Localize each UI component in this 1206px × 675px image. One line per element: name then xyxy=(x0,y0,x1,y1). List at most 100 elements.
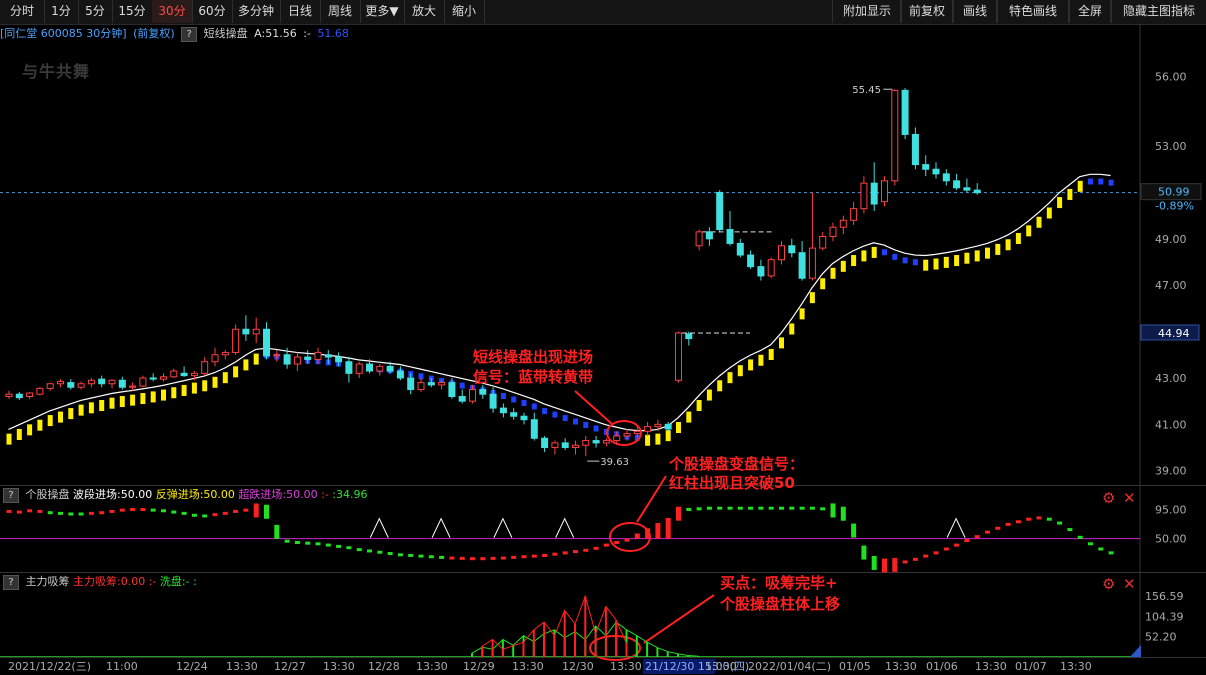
toolbar-right-button-2[interactable]: 画线 xyxy=(952,0,998,23)
period-tab-5[interactable]: 60分 xyxy=(192,0,233,23)
band-mark-84 xyxy=(871,246,877,258)
x-axis-label-15: 01/05 xyxy=(839,660,871,673)
panel2-bar-45 xyxy=(470,557,475,561)
stock-title[interactable]: [同仁堂 600085 30分钟] xyxy=(0,27,127,40)
candle-body-6 xyxy=(67,382,75,388)
candle-body-88 xyxy=(911,133,919,166)
panel2-bar-44 xyxy=(459,556,465,560)
candle-body-30 xyxy=(314,351,322,360)
band-mark-16 xyxy=(171,387,177,399)
band-mark-83 xyxy=(861,250,867,262)
panel3-y-tick-0: 156.59 xyxy=(1145,590,1184,603)
candle-body-49 xyxy=(510,412,518,417)
band-mark-98 xyxy=(1015,233,1021,245)
band-mark-62 xyxy=(645,434,651,446)
annotation-3-line-2: 个股操盘柱体上移 xyxy=(719,595,840,613)
indicator-help-button[interactable]: ? xyxy=(181,26,198,42)
x-axis-label-14: 2022/01/04(二) xyxy=(748,660,831,673)
panel2-bar-13 xyxy=(140,507,146,511)
period-tab-11[interactable]: 缩小 xyxy=(444,0,485,23)
panel3-help-button[interactable]: ? xyxy=(3,574,19,590)
band-mark-3 xyxy=(37,419,43,431)
band-mark-66 xyxy=(686,411,692,423)
panel2-bar-39 xyxy=(408,553,414,557)
panel2-bar-30 xyxy=(315,542,321,546)
panel3-close-icon[interactable]: ✕ xyxy=(1123,576,1136,592)
panel2-bar-76 xyxy=(789,506,795,510)
toolbar-right-button-0[interactable]: 附加显示 xyxy=(832,0,902,23)
period-tab-1[interactable]: 1分 xyxy=(44,0,79,23)
candle-body-24 xyxy=(252,328,260,335)
panel2-bar-65 xyxy=(676,506,681,521)
panel2-bar-33 xyxy=(346,546,352,550)
band-mark-14 xyxy=(150,391,156,403)
panel2-bar-49 xyxy=(511,555,517,559)
candle-body-81 xyxy=(839,219,847,228)
panel2-bar-7 xyxy=(78,512,84,516)
candle-body-44 xyxy=(458,396,466,402)
toolbar-right-button-1[interactable]: 前复权 xyxy=(900,0,954,23)
x-axis-label-13: 13:30 xyxy=(705,660,737,673)
period-tab-6[interactable]: 多分钟 xyxy=(232,0,281,23)
period-tab-7[interactable]: 日线 xyxy=(280,0,321,23)
band-mark-69 xyxy=(717,380,723,392)
period-tab-8[interactable]: 周线 xyxy=(320,0,361,23)
indicator-name[interactable]: 短线操盘 xyxy=(204,27,248,40)
panel2-bar-84 xyxy=(871,555,877,570)
band-mark-7 xyxy=(78,404,84,416)
candle-body-37 xyxy=(386,365,394,372)
panel2-name[interactable]: 个股操盘 xyxy=(26,488,70,501)
band-mark-9 xyxy=(99,399,105,411)
toolbar-right-button-4[interactable]: 全屏 xyxy=(1068,0,1112,23)
panel2-bar-4 xyxy=(47,511,53,515)
x-axis-label-5: 13:30 xyxy=(323,660,355,673)
panel2-bar-15 xyxy=(161,509,166,513)
candle-body-16 xyxy=(170,370,178,378)
toolbar-right-button-5[interactable]: 隐藏主图指标 xyxy=(1110,0,1206,23)
candle-body-12 xyxy=(129,385,137,388)
panel2-triangle-3 xyxy=(555,517,575,538)
panel2-bar-99 xyxy=(1026,517,1032,521)
band-mark-18 xyxy=(191,382,197,394)
panel2-bar-83 xyxy=(861,545,867,560)
x-axis-label-17: 01/06 xyxy=(926,660,958,673)
period-tab-2[interactable]: 5分 xyxy=(78,0,113,23)
candle-body-70 xyxy=(726,229,734,244)
period-tab-3[interactable]: 15分 xyxy=(112,0,153,23)
y-tick-label-3: 49.00 xyxy=(1155,233,1187,246)
candle-body-60 xyxy=(623,433,631,437)
y-tick-label-4: 47.00 xyxy=(1155,279,1187,292)
candle-body-77 xyxy=(798,252,806,279)
candle-body-28 xyxy=(293,356,301,365)
panel2-close-icon[interactable]: ✕ xyxy=(1123,490,1136,506)
toolbar-right-button-3[interactable]: 特色画线 xyxy=(996,0,1070,23)
candle-body-69 xyxy=(716,191,724,231)
panel2-bar-18 xyxy=(191,513,197,517)
panel2-settings-icon[interactable]: ⚙ xyxy=(1102,490,1115,506)
band-mark-48 xyxy=(500,393,506,400)
candle-body-75 xyxy=(778,245,785,261)
candle-body-64 xyxy=(664,423,672,430)
period-tab-9[interactable]: 更多▼ xyxy=(360,0,405,23)
band-mark-23 xyxy=(243,359,249,371)
band-mark-72 xyxy=(748,359,754,371)
panel2-bar-21 xyxy=(222,511,228,515)
panel3-settings-icon[interactable]: ⚙ xyxy=(1102,576,1115,592)
x-axis-label-9: 13:30 xyxy=(512,660,544,673)
candle-body-26 xyxy=(273,354,281,357)
panel3-name[interactable]: 主力吸筹 xyxy=(26,575,70,588)
period-tab-0[interactable]: 分时 xyxy=(0,0,45,23)
panel2-help-button[interactable]: ? xyxy=(3,487,19,503)
period-tab-4[interactable]: 30分 xyxy=(152,0,193,23)
annotation-3-pointer xyxy=(643,594,715,644)
band-mark-78 xyxy=(809,292,815,304)
adjust-label: (前复权) xyxy=(133,27,175,40)
candle-body-40 xyxy=(417,382,425,391)
panel2-bar-102 xyxy=(1057,521,1063,525)
band-mark-106 xyxy=(1098,178,1104,185)
indicator-a-value: A:51.56 xyxy=(254,27,297,40)
period-tab-10[interactable]: 放大 xyxy=(404,0,445,23)
band-mark-64 xyxy=(665,430,671,442)
panel3-red-line xyxy=(482,594,627,650)
candle-body-29 xyxy=(304,356,312,360)
